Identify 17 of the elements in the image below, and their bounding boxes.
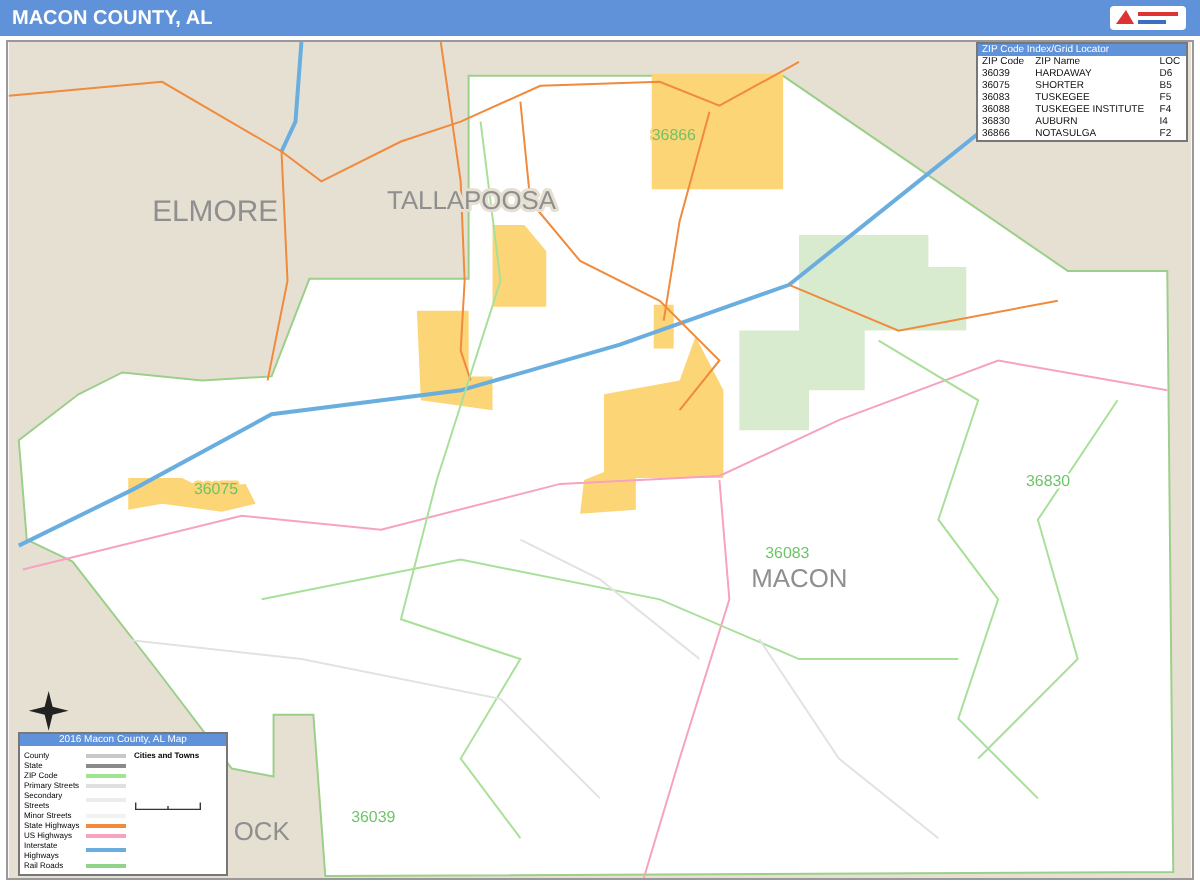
line-swatch <box>86 863 126 867</box>
line-swatch <box>86 753 126 757</box>
county-label: ELMORE <box>152 195 279 230</box>
scale-bar-icon <box>134 800 202 812</box>
zip-code-label: 36039 <box>351 808 396 827</box>
county-label: OCK <box>233 816 290 847</box>
compass-rose-icon <box>28 690 69 731</box>
line-swatch <box>86 833 126 837</box>
zip-code-label: 36083 <box>765 543 810 562</box>
zip-code-label: 36866 <box>651 125 696 144</box>
line-swatch <box>86 823 126 827</box>
line-swatch <box>86 773 126 777</box>
logo-icon <box>1108 4 1188 32</box>
county-label: MACON <box>751 563 848 594</box>
line-swatch <box>86 763 126 767</box>
map-title: MACON COUNTY, AL <box>12 7 213 29</box>
line-swatch <box>86 848 126 852</box>
